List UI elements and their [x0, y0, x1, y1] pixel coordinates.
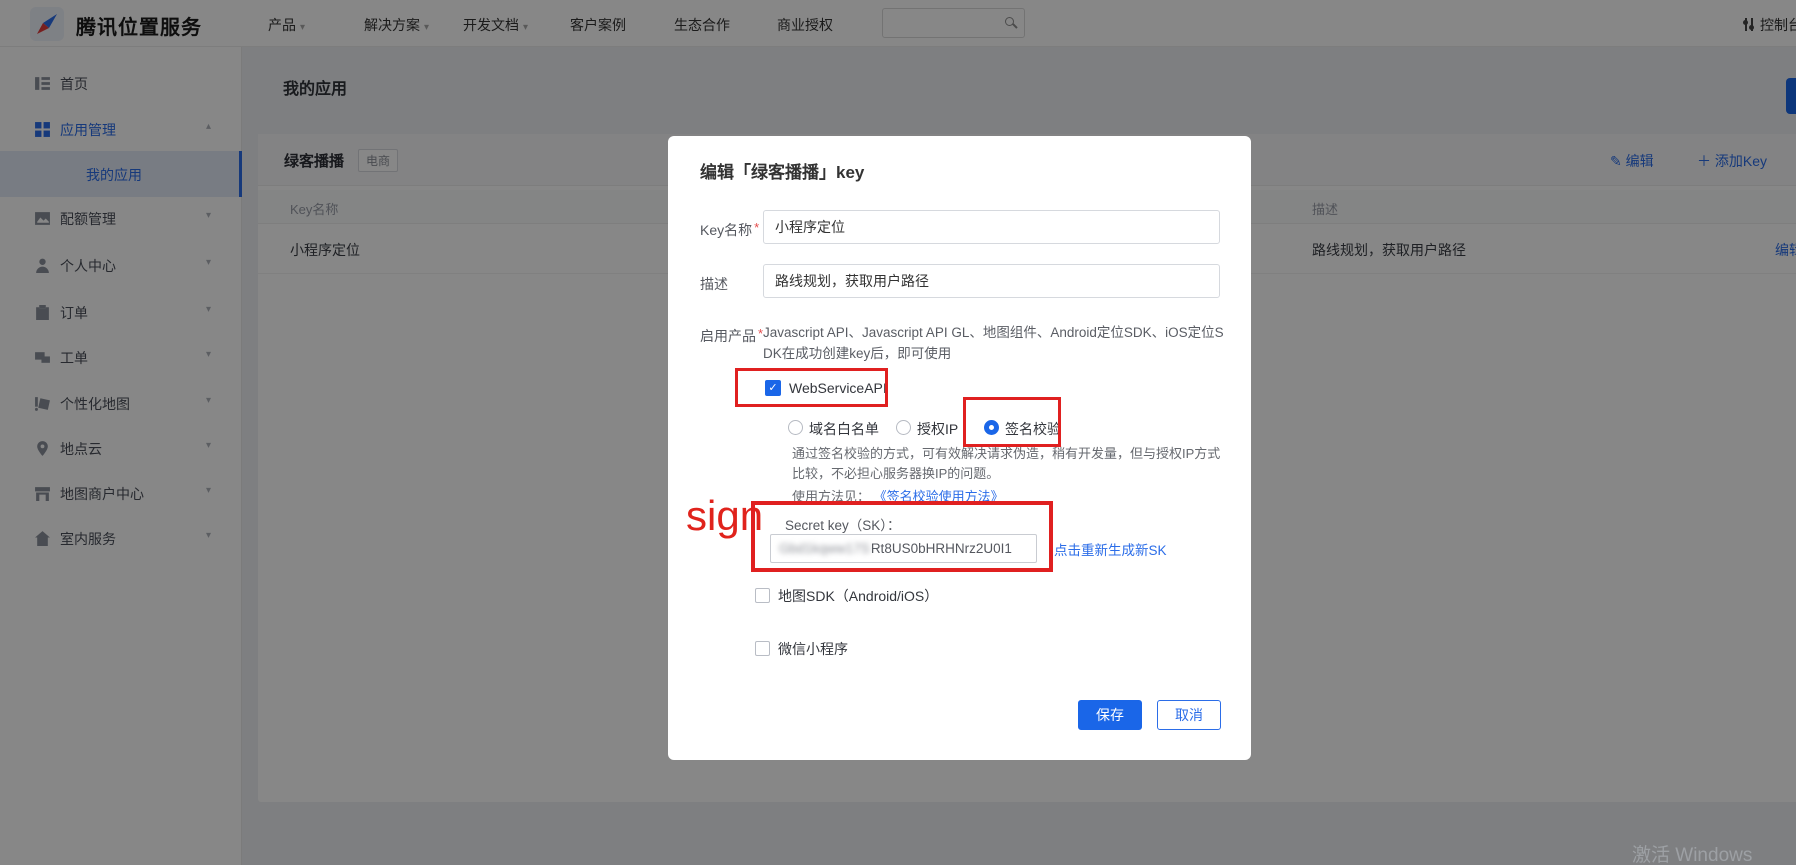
map-sdk-checkbox[interactable]: [755, 588, 770, 603]
key-name-input[interactable]: 小程序定位: [763, 210, 1220, 244]
wechat-miniprogram-checkbox[interactable]: [755, 641, 770, 656]
radio-auth-ip-label[interactable]: 授权IP: [917, 419, 958, 439]
desc-input[interactable]: 路线规划，获取用户路径: [763, 264, 1220, 298]
key-name-label: Key名称*: [700, 220, 759, 240]
radio-domain-whitelist-label[interactable]: 域名白名单: [809, 419, 879, 439]
edit-key-dialog: 编辑「绿客播播」key Key名称* 小程序定位 描述 路线规划，获取用户路径 …: [668, 136, 1251, 760]
wechat-miniprogram-checkbox-label[interactable]: 微信小程序: [778, 639, 848, 659]
annotation-box-signature-radio: [963, 397, 1061, 447]
windows-activation-watermark: 激活 Windows: [1632, 840, 1752, 865]
regenerate-sk-link[interactable]: 点击重新生成新SK: [1054, 539, 1167, 559]
radio-auth-ip[interactable]: [896, 420, 911, 435]
signature-help-text: 通过签名校验的方式，可有效解决请求伪造，稍有开发量，但与授权IP方式比较，不必担…: [792, 444, 1228, 484]
radio-domain-whitelist[interactable]: [788, 420, 803, 435]
annotation-box-secret-key: [751, 501, 1053, 572]
required-asterisk: *: [754, 220, 759, 235]
save-button[interactable]: 保存: [1078, 700, 1142, 730]
desc-label: 描述: [700, 274, 728, 294]
cancel-button[interactable]: 取消: [1157, 700, 1221, 730]
products-label: 启用产品*: [700, 326, 763, 346]
map-sdk-checkbox-label[interactable]: 地图SDK（Android/iOS）: [778, 586, 938, 606]
dialog-title: 编辑「绿客播播」key: [700, 158, 864, 183]
products-description: Javascript API、Javascript API GL、地图组件、An…: [763, 322, 1229, 364]
annotation-box-webservice: [735, 368, 888, 407]
